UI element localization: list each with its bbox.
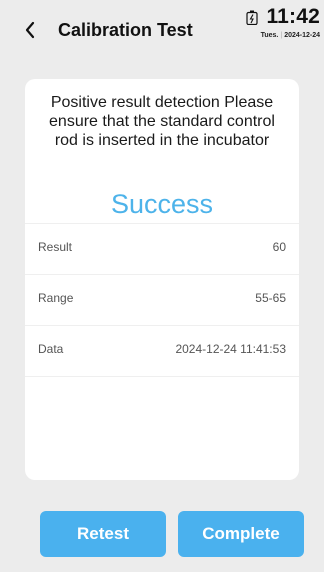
page-title: Calibration Test: [58, 20, 193, 40]
range-value: 55-65: [255, 291, 286, 305]
range-label: Range: [38, 291, 74, 305]
data-row: Data 2024-12-24 11:41:53: [25, 325, 299, 377]
range-row: Range 55-65: [25, 274, 299, 325]
result-value: 60: [272, 240, 286, 254]
result-card: Positive result detection Please ensure …: [25, 79, 299, 480]
chevron-left-icon: [25, 21, 35, 39]
status-area: 11:42 Tues. | 2024-12-24: [240, 4, 320, 44]
complete-button[interactable]: Complete: [178, 511, 304, 557]
clock-date: Tues. | 2024-12-24: [261, 32, 320, 39]
result-row: Result 60: [25, 223, 299, 274]
clock-time: 11:42: [266, 5, 320, 28]
data-value: 2024-12-24 11:41:53: [175, 342, 286, 356]
day-label: Tues.: [260, 32, 279, 39]
result-label: Result: [38, 240, 73, 254]
battery-charging-icon: [246, 10, 258, 25]
date-label: 2024-12-24: [284, 32, 320, 39]
header-bar: Calibration Test 11:42 Tues. | 2024-12-24: [0, 0, 324, 60]
instruction-message: Positive result detection Please ensure …: [49, 94, 275, 149]
data-label: Data: [38, 342, 64, 356]
retest-button[interactable]: Retest: [40, 511, 166, 557]
status-text: Success: [110, 189, 214, 219]
back-button[interactable]: [20, 16, 40, 44]
